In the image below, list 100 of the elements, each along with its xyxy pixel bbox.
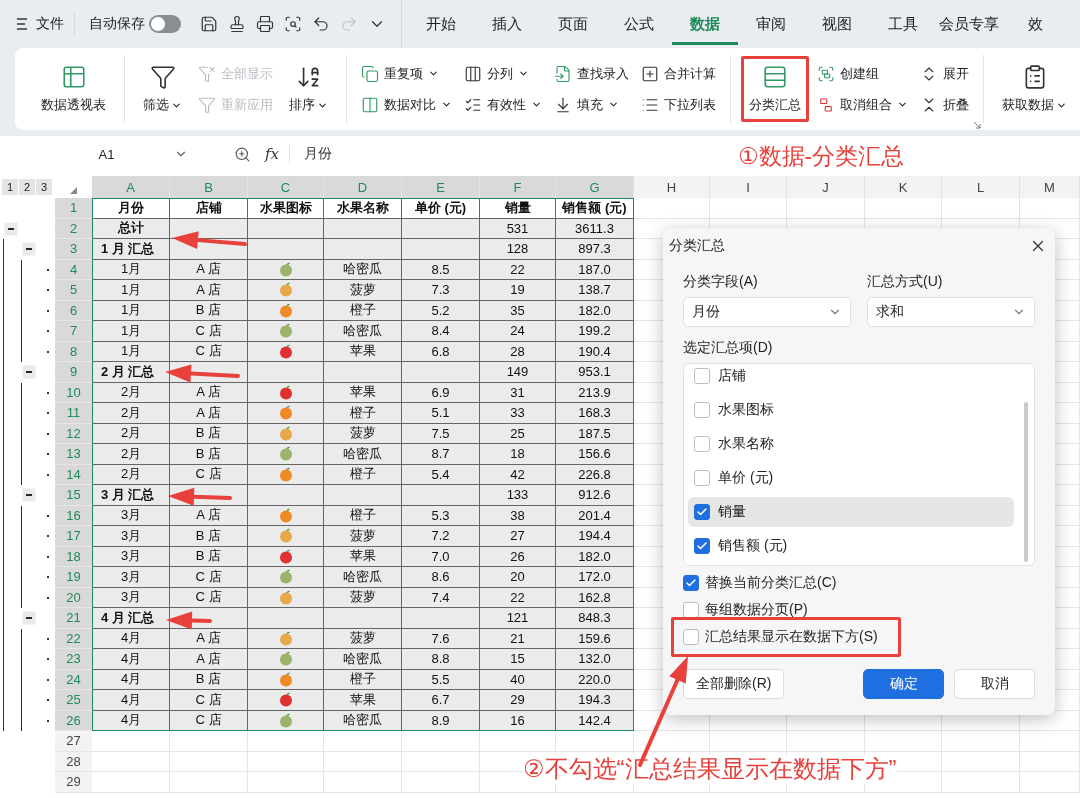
column-header[interactable]: J bbox=[787, 176, 865, 198]
ribbon-button[interactable]: 筛选 bbox=[135, 56, 190, 122]
autosave-label: 自动保存 bbox=[89, 15, 145, 33]
menu-tab[interactable]: 效 bbox=[1002, 3, 1068, 45]
row-header[interactable]: 28 bbox=[55, 751, 92, 772]
table-cell: 5.2 bbox=[402, 300, 480, 321]
checkbox[interactable] bbox=[694, 368, 710, 384]
list-item[interactable]: 销量 bbox=[688, 497, 1014, 527]
collapse-icon[interactable] bbox=[22, 488, 37, 503]
table-cell: 苹果 bbox=[324, 341, 402, 362]
checkbox[interactable] bbox=[683, 629, 699, 645]
ribbon-button[interactable]: 重复项 bbox=[361, 63, 452, 84]
ribbon-button[interactable]: 取消组合 bbox=[817, 94, 908, 115]
ribbon-button[interactable]: 有效性 bbox=[464, 94, 542, 115]
ribbon-button[interactable]: 下拉列表 bbox=[641, 94, 716, 115]
dropdown-field[interactable]: 求和 bbox=[867, 297, 1035, 327]
table-cell: 848.3 bbox=[556, 608, 634, 629]
ribbon-button[interactable]: 分列 bbox=[464, 63, 542, 84]
table-cell: 199.2 bbox=[556, 321, 634, 342]
menu-tab[interactable]: 数据 bbox=[672, 3, 738, 45]
table-cell: 33 bbox=[480, 403, 556, 424]
download-icon bbox=[554, 95, 572, 114]
list-item[interactable]: 销售额 (元) bbox=[688, 531, 1014, 561]
table-cell: 42 bbox=[480, 464, 556, 485]
menu-tab[interactable]: 视图 bbox=[804, 3, 870, 45]
table-cell: 菠萝 bbox=[324, 280, 402, 301]
table-cell: 22 bbox=[480, 259, 556, 280]
column-header[interactable]: K bbox=[865, 176, 942, 198]
checkbox-option[interactable]: 汇总结果显示在数据下方(S) bbox=[683, 628, 1035, 646]
menu-tab[interactable]: 审阅 bbox=[738, 3, 804, 45]
field-label: 汇总方式(U) bbox=[867, 273, 944, 291]
collapse-icon[interactable] bbox=[4, 221, 19, 236]
checkbox[interactable] bbox=[683, 575, 699, 591]
checkbox[interactable] bbox=[694, 470, 710, 486]
menu-tab[interactable]: 会员专享 bbox=[936, 3, 1002, 45]
table-cell: 26 bbox=[480, 546, 556, 567]
checkbox[interactable] bbox=[694, 538, 710, 554]
table-cell: 苹果 bbox=[324, 690, 402, 711]
menu-tab[interactable]: 公式 bbox=[606, 3, 672, 45]
list-item[interactable]: 店铺 bbox=[688, 364, 1014, 391]
table-cell: 201.4 bbox=[556, 505, 634, 526]
table-cell: 29 bbox=[480, 690, 556, 711]
outline-level-button[interactable]: 3 bbox=[36, 179, 52, 195]
checkbox-option[interactable]: 每组数据分页(P) bbox=[683, 601, 1035, 619]
checkbox[interactable] bbox=[683, 602, 699, 618]
group-icon bbox=[817, 64, 835, 83]
ribbon-button[interactable]: 创建组 bbox=[817, 63, 908, 84]
row-header[interactable]: 29 bbox=[55, 772, 92, 793]
row-header[interactable]: 27 bbox=[55, 731, 92, 752]
checkbox[interactable] bbox=[694, 436, 710, 452]
checkbox[interactable] bbox=[694, 402, 710, 418]
ribbon-button[interactable]: 分类汇总 bbox=[741, 56, 809, 122]
menu-tab[interactable]: 插入 bbox=[474, 3, 540, 45]
table-cell: 3月 bbox=[92, 505, 170, 526]
column-header[interactable]: M bbox=[1020, 176, 1080, 198]
dropdown-field[interactable]: 月份 bbox=[683, 297, 851, 327]
table-cell: 3月 bbox=[92, 587, 170, 608]
dialog-button[interactable]: 全部删除(R) bbox=[683, 669, 785, 699]
collapse-icon[interactable] bbox=[22, 365, 37, 380]
ribbon-button[interactable]: 折叠 bbox=[920, 94, 969, 115]
corner-arrow-icon[interactable] bbox=[973, 121, 981, 129]
list-item[interactable]: 水果名称 bbox=[688, 429, 1014, 459]
table-cell: 168.3 bbox=[556, 403, 634, 424]
menu-tab[interactable]: 页面 bbox=[540, 3, 606, 45]
column-header[interactable]: L bbox=[942, 176, 1020, 198]
table-cell: B 店 bbox=[170, 669, 248, 690]
table-cell: 4月 bbox=[92, 710, 170, 731]
table-cell: 132.0 bbox=[556, 649, 634, 670]
ribbon-button[interactable]: 合并计算 bbox=[641, 63, 716, 84]
list-item[interactable]: 水果图标 bbox=[688, 395, 1014, 425]
scrollbar-thumb[interactable] bbox=[1024, 402, 1028, 562]
table-cell: 3月 bbox=[92, 567, 170, 588]
table-cell: 5.1 bbox=[402, 403, 480, 424]
checkbox-option[interactable]: 替换当前分类汇总(C) bbox=[683, 574, 1035, 592]
ribbon-button[interactable]: 数据对比 bbox=[361, 94, 452, 115]
menu-tab[interactable]: 开始 bbox=[408, 3, 474, 45]
autosave-toggle[interactable] bbox=[149, 15, 181, 33]
collapse-icon[interactable] bbox=[22, 611, 37, 626]
ribbon-button[interactable]: 排序 bbox=[281, 56, 336, 122]
file-menu[interactable]: 文件 bbox=[16, 13, 75, 35]
ribbon-button[interactable]: 获取数据 bbox=[994, 56, 1075, 122]
outline-level-button[interactable]: 1 bbox=[2, 179, 18, 195]
table-cell: 6.9 bbox=[402, 382, 480, 403]
list-item[interactable]: 单价 (元) bbox=[688, 463, 1014, 493]
collapse-icon[interactable] bbox=[22, 242, 37, 257]
dialog-button[interactable]: 取消 bbox=[954, 669, 1035, 699]
ribbon-button[interactable]: 数据透视表 bbox=[33, 56, 114, 122]
table-cell: 897.3 bbox=[556, 239, 634, 260]
table-cell: B 店 bbox=[170, 526, 248, 547]
table-cell: 220.0 bbox=[556, 669, 634, 690]
column-header[interactable]: I bbox=[710, 176, 787, 198]
ribbon-button[interactable]: 查找录入 bbox=[554, 63, 629, 84]
checkbox[interactable] bbox=[694, 504, 710, 520]
ok-button[interactable]: 确定 bbox=[863, 669, 944, 699]
outline-level-button[interactable]: 2 bbox=[19, 179, 35, 195]
ribbon-button[interactable]: 展开 bbox=[920, 63, 969, 84]
column-header[interactable]: H bbox=[634, 176, 710, 198]
menu-tab[interactable]: 工具 bbox=[870, 3, 936, 45]
ribbon-button[interactable]: 填充 bbox=[554, 94, 629, 115]
select-all-icon[interactable] bbox=[70, 187, 77, 194]
